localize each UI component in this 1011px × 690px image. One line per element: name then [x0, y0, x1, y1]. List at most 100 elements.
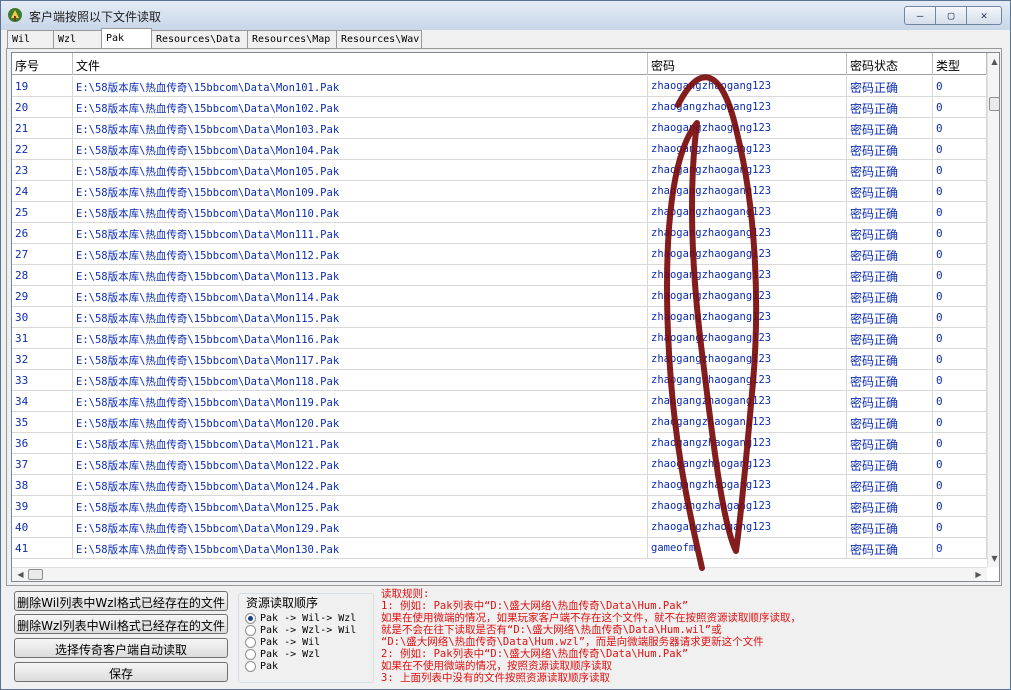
cell-password: zhaogangzhaogang123: [648, 307, 847, 328]
cell-type: 0: [933, 181, 987, 202]
column-header-type[interactable]: 类型: [933, 53, 987, 75]
table-row[interactable]: 25 E:\58版本库\热血传奇\15bbcom\Data\Mon110.Pak z…: [12, 202, 987, 223]
maximize-button[interactable]: ▢: [935, 6, 967, 25]
column-header-password[interactable]: 密码: [648, 53, 847, 75]
cell-file: E:\58版本库\热血传奇\15bbcom\Data\Mon120.Pak: [73, 412, 648, 433]
cell-status: 密码正确: [847, 307, 933, 328]
list-header: 序号 文件 密码 密码状态 类型: [12, 53, 987, 75]
radio-icon[interactable]: [245, 648, 256, 660]
table-row[interactable]: 31 E:\58版本库\热血传奇\15bbcom\Data\Mon116.Pak z…: [12, 328, 987, 349]
table-row[interactable]: 38 E:\58版本库\热血传奇\15bbcom\Data\Mon124.Pak z…: [12, 475, 987, 496]
read-order-option-2[interactable]: Pak -> Wzl-> Wil: [245, 624, 356, 636]
save-button[interactable]: 保存: [14, 662, 228, 682]
cell-file: E:\58版本库\热血传奇\15bbcom\Data\Mon122.Pak: [73, 454, 648, 475]
cell-status: 密码正确: [847, 139, 933, 160]
cell-seq: 35: [12, 412, 73, 433]
radio-icon[interactable]: [245, 636, 256, 648]
table-row[interactable]: 28 E:\58版本库\热血传奇\15bbcom\Data\Mon113.Pak z…: [12, 265, 987, 286]
cell-password: zhaogangzhaogang123: [648, 139, 847, 160]
read-order-option-3[interactable]: Pak -> Wil: [245, 636, 320, 648]
tab-wil[interactable]: Wil: [7, 30, 54, 48]
tab-pak[interactable]: Pak: [101, 28, 152, 48]
read-order-option-5[interactable]: Pak: [245, 660, 278, 672]
table-row[interactable]: 27 E:\58版本库\热血传奇\15bbcom\Data\Mon112.Pak z…: [12, 244, 987, 265]
tab-resources-map[interactable]: Resources\Map: [247, 30, 337, 48]
table-row[interactable]: 19 E:\58版本库\热血传奇\15bbcom\Data\Mon101.Pak z…: [12, 76, 987, 97]
vertical-scrollbar[interactable]: ▲ ▼: [987, 53, 999, 567]
rules-line-0: 读取规则:: [381, 588, 430, 600]
cell-file: E:\58版本库\热血传奇\15bbcom\Data\Mon125.Pak: [73, 496, 648, 517]
vertical-scroll-thumb[interactable]: [989, 97, 999, 111]
delete-wil-duplicates-button[interactable]: 删除Wil列表中Wzl格式已经存在的文件: [14, 591, 228, 611]
table-row[interactable]: 23 E:\58版本库\热血传奇\15bbcom\Data\Mon105.Pak z…: [12, 160, 987, 181]
radio-selected-icon[interactable]: [245, 612, 256, 624]
table-row[interactable]: 41 E:\58版本库\热血传奇\15bbcom\Data\Mon130.Pak g…: [12, 538, 987, 559]
close-button[interactable]: ✕: [966, 6, 1002, 25]
read-order-option-1[interactable]: Pak -> Wil-> Wzl: [245, 612, 356, 624]
table-row[interactable]: 33 E:\58版本库\热血传奇\15bbcom\Data\Mon118.Pak z…: [12, 370, 987, 391]
scroll-down-icon[interactable]: ▼: [988, 552, 999, 565]
table-row[interactable]: 40 E:\58版本库\热血传奇\15bbcom\Data\Mon129.Pak z…: [12, 517, 987, 538]
table-row[interactable]: 24 E:\58版本库\热血传奇\15bbcom\Data\Mon109.Pak z…: [12, 181, 987, 202]
minimize-button[interactable]: —: [904, 6, 936, 25]
table-row[interactable]: 20 E:\58版本库\热血传奇\15bbcom\Data\Mon102.Pak z…: [12, 97, 987, 118]
rules-line-6: 如果在不使用微端的情况，按照资源读取顺序读取: [381, 660, 612, 672]
tab-resources-wav[interactable]: Resources\Wav: [336, 30, 422, 48]
table-row[interactable]: 34 E:\58版本库\热血传奇\15bbcom\Data\Mon119.Pak z…: [12, 391, 987, 412]
column-header-seq[interactable]: 序号: [12, 53, 73, 75]
cell-password: zhaogangzhaogang123: [648, 202, 847, 223]
scroll-right-icon[interactable]: ▶: [972, 568, 985, 581]
column-header-status[interactable]: 密码状态: [847, 53, 933, 75]
radio-icon[interactable]: [245, 660, 256, 672]
cell-status: 密码正确: [847, 181, 933, 202]
table-row[interactable]: 21 E:\58版本库\热血传奇\15bbcom\Data\Mon103.Pak z…: [12, 118, 987, 139]
cell-seq: 36: [12, 433, 73, 454]
read-order-option-4[interactable]: Pak -> Wzl: [245, 648, 320, 660]
cell-seq: 38: [12, 475, 73, 496]
file-list-view[interactable]: 序号 文件 密码 密码状态 类型 19 E:\58版本库\热血传奇\15bbcom…: [11, 52, 1000, 582]
horizontal-scroll-thumb[interactable]: [28, 569, 43, 580]
delete-wzl-duplicates-button[interactable]: 删除Wzl列表中Wil格式已经存在的文件: [14, 614, 228, 634]
cell-file: E:\58版本库\热血传奇\15bbcom\Data\Mon113.Pak: [73, 265, 648, 286]
cell-password: zhaogangzhaogang123: [648, 76, 847, 97]
cell-type: 0: [933, 286, 987, 307]
scroll-up-icon[interactable]: ▲: [988, 55, 999, 68]
tab-panel: 序号 文件 密码 密码状态 类型 19 E:\58版本库\热血传奇\15bbcom…: [6, 48, 1002, 586]
tab-wzl[interactable]: Wzl: [53, 30, 102, 48]
radio-icon[interactable]: [245, 624, 256, 636]
cell-type: 0: [933, 76, 987, 97]
tab-resources-data[interactable]: Resources\Data: [151, 30, 248, 48]
scroll-left-icon[interactable]: ◀: [14, 568, 27, 581]
cell-file: E:\58版本库\热血传奇\15bbcom\Data\Mon121.Pak: [73, 433, 648, 454]
cell-status: 密码正确: [847, 286, 933, 307]
cell-status: 密码正确: [847, 265, 933, 286]
cell-file: E:\58版本库\热血传奇\15bbcom\Data\Mon114.Pak: [73, 286, 648, 307]
cell-file: E:\58版本库\热血传奇\15bbcom\Data\Mon117.Pak: [73, 349, 648, 370]
auto-read-client-button[interactable]: 选择传奇客户端自动读取: [14, 638, 228, 658]
column-header-file[interactable]: 文件: [73, 53, 648, 75]
cell-file: E:\58版本库\热血传奇\15bbcom\Data\Mon105.Pak: [73, 160, 648, 181]
table-row[interactable]: 35 E:\58版本库\热血传奇\15bbcom\Data\Mon120.Pak z…: [12, 412, 987, 433]
cell-password: zhaogangzhaogang123: [648, 118, 847, 139]
cell-seq: 28: [12, 265, 73, 286]
table-row[interactable]: 30 E:\58版本库\热血传奇\15bbcom\Data\Mon115.Pak z…: [12, 307, 987, 328]
cell-status: 密码正确: [847, 160, 933, 181]
cell-file: E:\58版本库\热血传奇\15bbcom\Data\Mon124.Pak: [73, 475, 648, 496]
read-order-title: 资源读取顺序: [244, 594, 321, 611]
cell-seq: 32: [12, 349, 73, 370]
cell-file: E:\58版本库\热血传奇\15bbcom\Data\Mon129.Pak: [73, 517, 648, 538]
cell-type: 0: [933, 349, 987, 370]
table-row[interactable]: 32 E:\58版本库\热血传奇\15bbcom\Data\Mon117.Pak z…: [12, 349, 987, 370]
table-row[interactable]: 22 E:\58版本库\热血传奇\15bbcom\Data\Mon104.Pak z…: [12, 139, 987, 160]
cell-seq: 29: [12, 286, 73, 307]
cell-password: zhaogangzhaogang123: [648, 286, 847, 307]
table-row[interactable]: 29 E:\58版本库\热血传奇\15bbcom\Data\Mon114.Pak z…: [12, 286, 987, 307]
cell-seq: 20: [12, 97, 73, 118]
horizontal-scrollbar[interactable]: ◀ ▶: [12, 567, 987, 581]
table-row[interactable]: 36 E:\58版本库\热血传奇\15bbcom\Data\Mon121.Pak z…: [12, 433, 987, 454]
table-row[interactable]: 26 E:\58版本库\热血传奇\15bbcom\Data\Mon111.Pak z…: [12, 223, 987, 244]
table-row[interactable]: 39 E:\58版本库\热血传奇\15bbcom\Data\Mon125.Pak z…: [12, 496, 987, 517]
table-row[interactable]: 37 E:\58版本库\热血传奇\15bbcom\Data\Mon122.Pak z…: [12, 454, 987, 475]
cell-seq: 19: [12, 76, 73, 97]
cell-password: zhaogangzhaogang123: [648, 496, 847, 517]
